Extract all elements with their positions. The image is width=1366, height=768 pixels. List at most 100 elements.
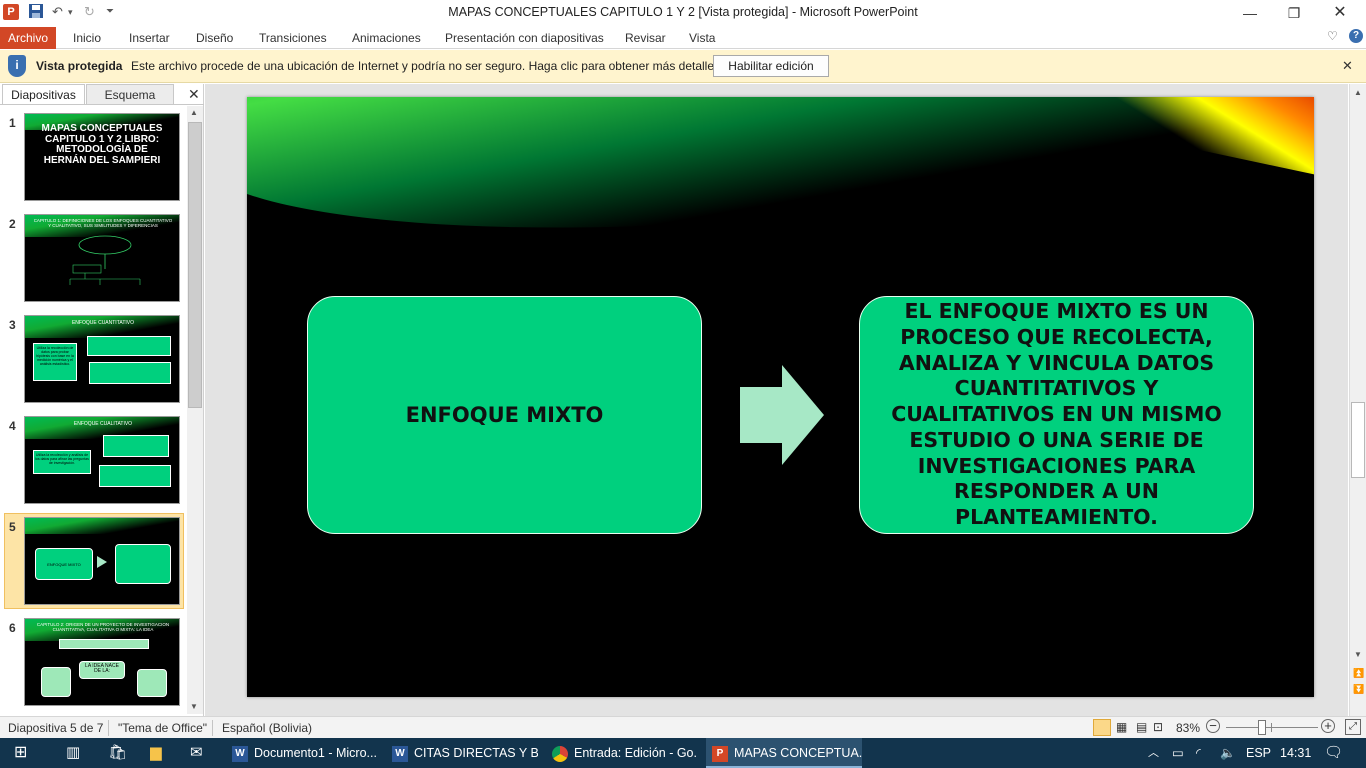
thumb-6-box-center: LA IDEA NACE DE LA: — [79, 661, 125, 679]
volume-icon[interactable]: 🔈 — [1220, 738, 1236, 768]
thumb-2-title: CAPITULO 1: DEFINICIONES DE LOS ENFOQUES… — [33, 218, 173, 228]
tab-diseno[interactable]: Diseño — [196, 27, 233, 49]
wifi-icon[interactable]: ◜ — [1196, 738, 1201, 768]
thumb-4-box-top — [103, 435, 169, 457]
thumb-number-1: 1 — [9, 116, 16, 130]
thumb-3-box-bottom — [89, 362, 171, 384]
zoom-slider-center-mark — [1271, 723, 1272, 732]
thumb-6-box-right — [137, 669, 167, 697]
thumb-4-box-left: Utiliza la recolección y análisis de los… — [33, 450, 91, 474]
right-concept-box[interactable]: EL ENFOQUE MIXTO ES UN PROCESO QUE RECOL… — [859, 296, 1254, 534]
thumb-6-title: CAPITULO 2: ORIGEN DE UN PROYECTO DE INV… — [36, 622, 170, 632]
thumb-6-box-left — [41, 667, 71, 697]
tab-transiciones[interactable]: Transiciones — [259, 27, 327, 49]
start-menu-icon[interactable]: ⊞ — [14, 745, 27, 761]
shield-info-icon: i — [8, 55, 26, 77]
mail-icon[interactable]: ✉ — [190, 743, 203, 763]
thumb-4-box-bottom — [99, 465, 171, 487]
scroll-up-icon: ▲ — [1354, 88, 1362, 97]
tab-esquema[interactable]: Esquema — [86, 84, 174, 105]
reading-view-icon[interactable]: ▤ — [1136, 720, 1147, 734]
help-icon[interactable]: ? — [1349, 29, 1363, 43]
left-concept-text: ENFOQUE MIXTO — [405, 403, 604, 427]
minimize-icon[interactable]: — — [1228, 2, 1272, 24]
chevron-down-icon[interactable]: ♡ — [1327, 29, 1338, 43]
slide-thumbnail-5[interactable]: ENFOQUE MIXTO — [24, 517, 180, 605]
thumb-number-2: 2 — [9, 217, 16, 231]
left-concept-box[interactable]: ENFOQUE MIXTO — [307, 296, 702, 534]
slide-scroll-thumb[interactable] — [1351, 402, 1365, 478]
zoom-level[interactable]: 83% — [1176, 721, 1200, 735]
slide-counter: Diapositiva 5 de 7 — [8, 721, 104, 735]
panel-scrollbar[interactable]: ▲ ▼ — [187, 106, 203, 714]
zoom-in-icon[interactable]: + — [1321, 719, 1335, 733]
tab-animaciones[interactable]: Animaciones — [352, 27, 421, 49]
theme-name[interactable]: "Tema de Office" — [118, 721, 207, 735]
close-panel-icon[interactable]: ✕ — [188, 86, 200, 103]
normal-view-icon[interactable] — [1093, 719, 1111, 736]
thumb-3-box-top — [87, 336, 171, 356]
slide-thumbnail-4[interactable]: ENFOQUE CUALITATIVO Utiliza la recolecci… — [24, 416, 180, 504]
chevron-up-icon[interactable]: ︿ — [1148, 738, 1159, 768]
slide-thumbnail-3[interactable]: ENFOQUE CUANTITATIVO Utiliza la recolecc… — [24, 315, 180, 403]
chrome-icon — [552, 745, 568, 762]
taskbar-item-powerpoint[interactable]: P MAPAS CONCEPTUA... — [706, 738, 862, 768]
status-bar: Diapositiva 5 de 7 "Tema de Office" Espa… — [0, 716, 1366, 738]
slide-sorter-view-icon[interactable]: ▦ — [1116, 720, 1127, 734]
zoom-slider-thumb[interactable] — [1258, 720, 1266, 735]
powerpoint-icon: P — [712, 745, 728, 762]
clock-time[interactable]: 14:31 — [1280, 738, 1311, 768]
thumb-number-3: 3 — [9, 318, 16, 332]
tab-inicio[interactable]: Inicio — [73, 27, 101, 49]
thumb-number-6: 6 — [9, 621, 16, 635]
thumb-6-box-top — [59, 639, 149, 649]
zoom-slider-track[interactable] — [1226, 727, 1318, 728]
slide-scrollbar[interactable]: ▲ ▼ ⏫ ⏬ — [1349, 84, 1366, 716]
scroll-up-icon: ▲ — [190, 108, 198, 117]
tab-presentacion[interactable]: Presentación con diapositivas — [445, 27, 604, 49]
word-icon: W — [392, 745, 408, 762]
input-language[interactable]: ESP — [1246, 738, 1271, 768]
task-view-icon[interactable]: ▥ — [66, 744, 80, 762]
tab-diapositivas[interactable]: Diapositivas — [2, 84, 85, 105]
tab-vista[interactable]: Vista — [689, 27, 715, 49]
window-title: MAPAS CONCEPTUALES CAPITULO 1 Y 2 [Vista… — [448, 5, 918, 19]
ribbon-tabs: Archivo Inicio Insertar Diseño Transicio… — [0, 26, 1366, 49]
thumb-5-box-left: ENFOQUE MIXTO — [35, 548, 93, 580]
enable-editing-button[interactable]: Habilitar edición — [713, 55, 829, 77]
right-arrow-shape[interactable] — [740, 365, 826, 465]
scroll-down-icon: ▼ — [1354, 650, 1362, 659]
tab-file[interactable]: Archivo — [0, 27, 56, 49]
tab-insertar[interactable]: Insertar — [129, 27, 170, 49]
file-explorer-icon[interactable]: ▆ — [150, 743, 162, 763]
slide-thumbnail-6[interactable]: CAPITULO 2: ORIGEN DE UN PROYECTO DE INV… — [24, 618, 180, 706]
windows-taskbar: ⊞ ▥ 🛍 ▆ ✉ W Documento1 - Micro... W CITAS … — [0, 738, 1366, 768]
protected-view-message[interactable]: Este archivo procede de una ubicación de… — [131, 59, 723, 73]
taskbar-item-chrome[interactable]: Entrada: Edición - Go... — [546, 738, 698, 768]
close-window-icon[interactable]: ✕ — [1318, 2, 1362, 24]
taskbar-item-word-2[interactable]: WCITAS DIRECTAS Y BI... — [386, 738, 538, 768]
language-status[interactable]: Español (Bolivia) — [222, 721, 312, 735]
store-icon[interactable]: 🛍 — [108, 743, 127, 763]
scroll-down-icon: ▼ — [190, 702, 198, 711]
slideshow-view-icon[interactable]: ⊡ — [1153, 720, 1163, 734]
notifications-icon[interactable]: 🗨 — [1324, 738, 1343, 768]
battery-icon[interactable]: ▭ — [1172, 738, 1184, 768]
panel-scroll-thumb[interactable] — [188, 122, 202, 408]
slides-panel: Diapositivas Esquema ✕ 1 MAPAS CONCEPTUA… — [0, 84, 204, 716]
taskbar-item-word-1[interactable]: W Documento1 - Micro... — [226, 738, 378, 768]
thumb-5-arrow — [97, 556, 107, 568]
slide-thumbnail-1[interactable]: MAPAS CONCEPTUALES CAPITULO 1 Y 2 LIBRO:… — [24, 113, 180, 201]
fit-slide-icon[interactable]: ⤢ — [1345, 719, 1361, 735]
protected-view-bar: i Vista protegida Este archivo procede d… — [0, 50, 1366, 83]
tab-revisar[interactable]: Revisar — [625, 27, 666, 49]
restore-icon[interactable]: ❐ — [1272, 2, 1316, 24]
slide-thumbnail-2[interactable]: CAPITULO 1: DEFINICIONES DE LOS ENFOQUES… — [24, 214, 180, 302]
word-icon: W — [232, 745, 248, 762]
right-concept-text: EL ENFOQUE MIXTO ES UN PROCESO QUE RECOL… — [891, 299, 1222, 529]
previous-slide-icon: ⏫ — [1353, 668, 1365, 678]
title-bar: P ↶ ▾ ↻ ⏷ MAPAS CONCEPTUALES CAPITULO 1 … — [0, 0, 1366, 26]
close-bar-icon[interactable]: ✕ — [1342, 58, 1353, 74]
zoom-out-icon[interactable]: − — [1206, 719, 1220, 733]
current-slide[interactable]: ENFOQUE MIXTO EL ENFOQUE MIXTO ES UN PRO… — [247, 97, 1314, 697]
